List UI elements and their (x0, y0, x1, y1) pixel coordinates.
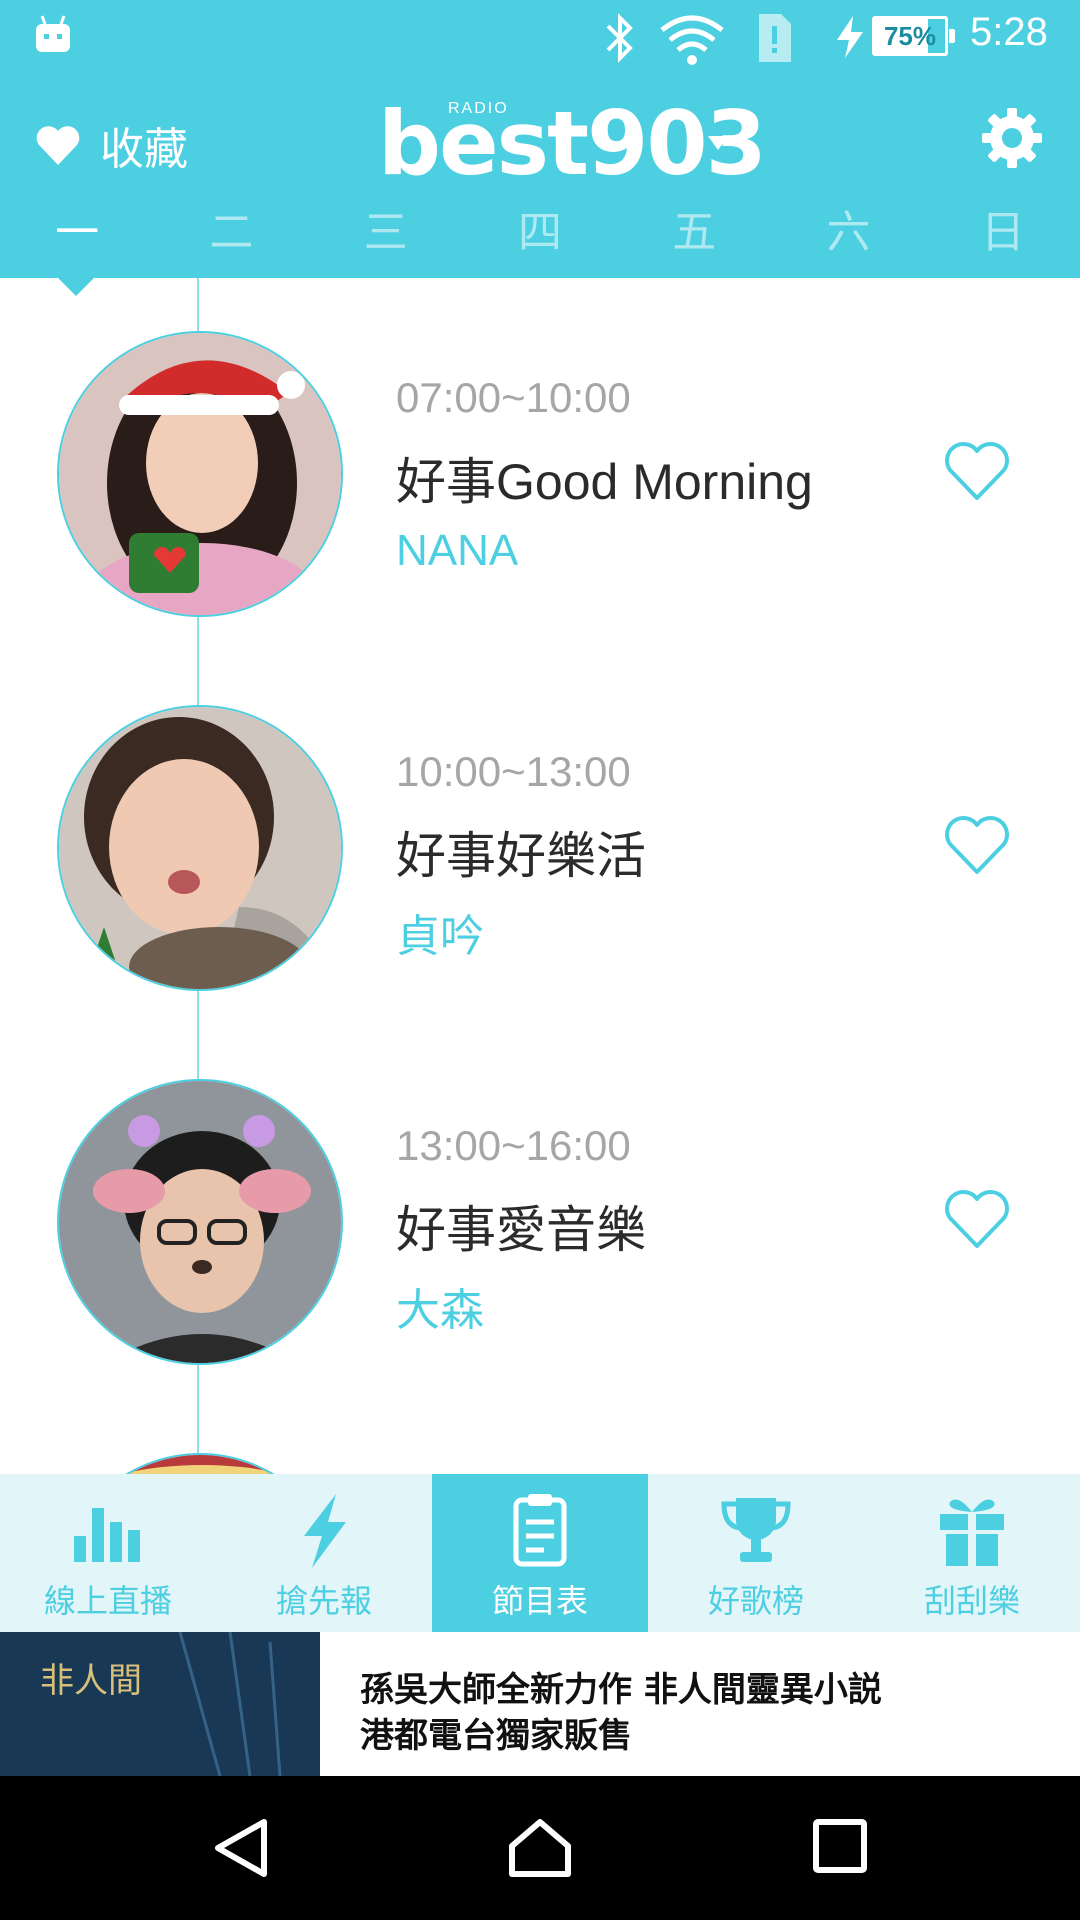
battery-cap (949, 29, 955, 43)
day-tab-wed[interactable]: 三 (309, 198, 463, 268)
tab-schedule[interactable]: 節目表 (432, 1474, 648, 1632)
lightning-icon (304, 1494, 346, 1568)
favorite-heart-icon[interactable] (943, 814, 1011, 876)
favorites-label: 收藏 (100, 124, 188, 175)
back-icon[interactable] (210, 1816, 274, 1880)
day-tabs: 一 二 三 四 五 六 日 (0, 198, 1080, 268)
day-tab-tue[interactable]: 二 (154, 198, 308, 268)
day-tab-fri[interactable]: 五 (617, 198, 771, 268)
host-avatar (57, 331, 343, 617)
day-tab-sat[interactable]: 六 (771, 198, 925, 268)
clock: 5:28 (970, 10, 1048, 54)
host-avatar (57, 1079, 343, 1365)
android-icon (36, 15, 70, 52)
day-tab-mon[interactable]: 一 (0, 198, 154, 268)
ad-banner[interactable]: 非人間 孫吳大師全新力作 非人間靈異小説 港都電台獨家販售 (0, 1632, 1080, 1776)
battery-percent: 75% (883, 21, 937, 51)
tab-news[interactable]: 搶先報 (216, 1474, 432, 1632)
program-time: 07:00~10:00 (396, 374, 631, 421)
clipboard-icon (513, 1494, 567, 1567)
bottom-tab-bar: 線上直播 搶先報 節目表 好歌榜 刮刮樂 (0, 1474, 1080, 1632)
host-avatar (57, 705, 343, 991)
schedule-item-partial[interactable] (0, 1400, 1080, 1474)
active-day-pointer (58, 278, 94, 296)
favorite-heart-icon[interactable] (943, 1188, 1011, 1250)
program-host: 大森 (396, 1286, 484, 1335)
favorite-heart-icon[interactable] (943, 440, 1011, 502)
program-host: NANA (396, 526, 519, 575)
charging-icon (837, 16, 863, 58)
home-icon[interactable] (506, 1816, 574, 1880)
schedule-item[interactable]: 10:00~13:00 好事好樂活 貞吟 (0, 652, 1080, 991)
day-tab-thu[interactable]: 四 (463, 198, 617, 268)
app-header: 收藏 best903 RADIO 一 二 三 四 五 六 日 (0, 80, 1080, 278)
schedule-list[interactable]: 07:00~10:00 好事Good Morning NANA 10:00~13… (0, 278, 1080, 1474)
ad-image: 非人間 (0, 1632, 320, 1776)
day-tab-sun[interactable]: 日 (926, 198, 1080, 268)
program-time: 13:00~16:00 (396, 1122, 631, 1169)
host-avatar (57, 1453, 343, 1474)
ad-line-2: 港都電台獨家販售 (360, 1716, 632, 1756)
ad-line-1: 孫吳大師全新力作 非人間靈異小説 (360, 1670, 882, 1710)
station-selector[interactable]: best903 RADIO (378, 94, 767, 194)
caret-down-icon (708, 136, 728, 150)
program-time: 10:00~13:00 (396, 748, 631, 795)
program-title: 好事Good Morning (396, 454, 813, 510)
program-title: 好事愛音樂 (396, 1202, 646, 1258)
logo-radio-label: RADIO (448, 100, 509, 117)
tab-live[interactable]: 線上直播 (0, 1474, 216, 1632)
schedule-item[interactable]: 07:00~10:00 好事Good Morning NANA (0, 278, 1080, 617)
favorites-button[interactable]: 收藏 (34, 110, 188, 180)
tab-scratch[interactable]: 刮刮樂 (864, 1474, 1080, 1632)
bar-chart-icon (74, 1508, 140, 1562)
tab-news-label: 搶先報 (275, 1582, 372, 1620)
system-nav-bar (0, 1776, 1080, 1920)
tab-live-label: 線上直播 (43, 1582, 172, 1620)
bluetooth-icon (606, 13, 633, 63)
program-title: 好事好樂活 (396, 828, 646, 884)
trophy-icon (721, 1498, 791, 1562)
tab-chart-label: 好歌榜 (707, 1582, 804, 1620)
schedule-item[interactable]: 13:00~16:00 好事愛音樂 大森 (0, 1026, 1080, 1365)
heart-filled-icon (36, 126, 80, 165)
tab-chart[interactable]: 好歌榜 (648, 1474, 864, 1632)
status-bar: 75% 5:28 (0, 0, 1080, 80)
program-host: 貞吟 (396, 912, 484, 961)
gift-icon (940, 1499, 1004, 1566)
ad-image-text: 非人間 (40, 1661, 142, 1701)
tab-schedule-label: 節目表 (491, 1582, 588, 1620)
battery-icon: 75% (872, 16, 955, 56)
wifi-icon (660, 15, 724, 65)
sim-alert-icon (759, 14, 791, 62)
tab-scratch-label: 刮刮樂 (923, 1582, 1020, 1620)
recents-icon[interactable] (812, 1816, 868, 1876)
gear-icon[interactable] (980, 106, 1044, 170)
